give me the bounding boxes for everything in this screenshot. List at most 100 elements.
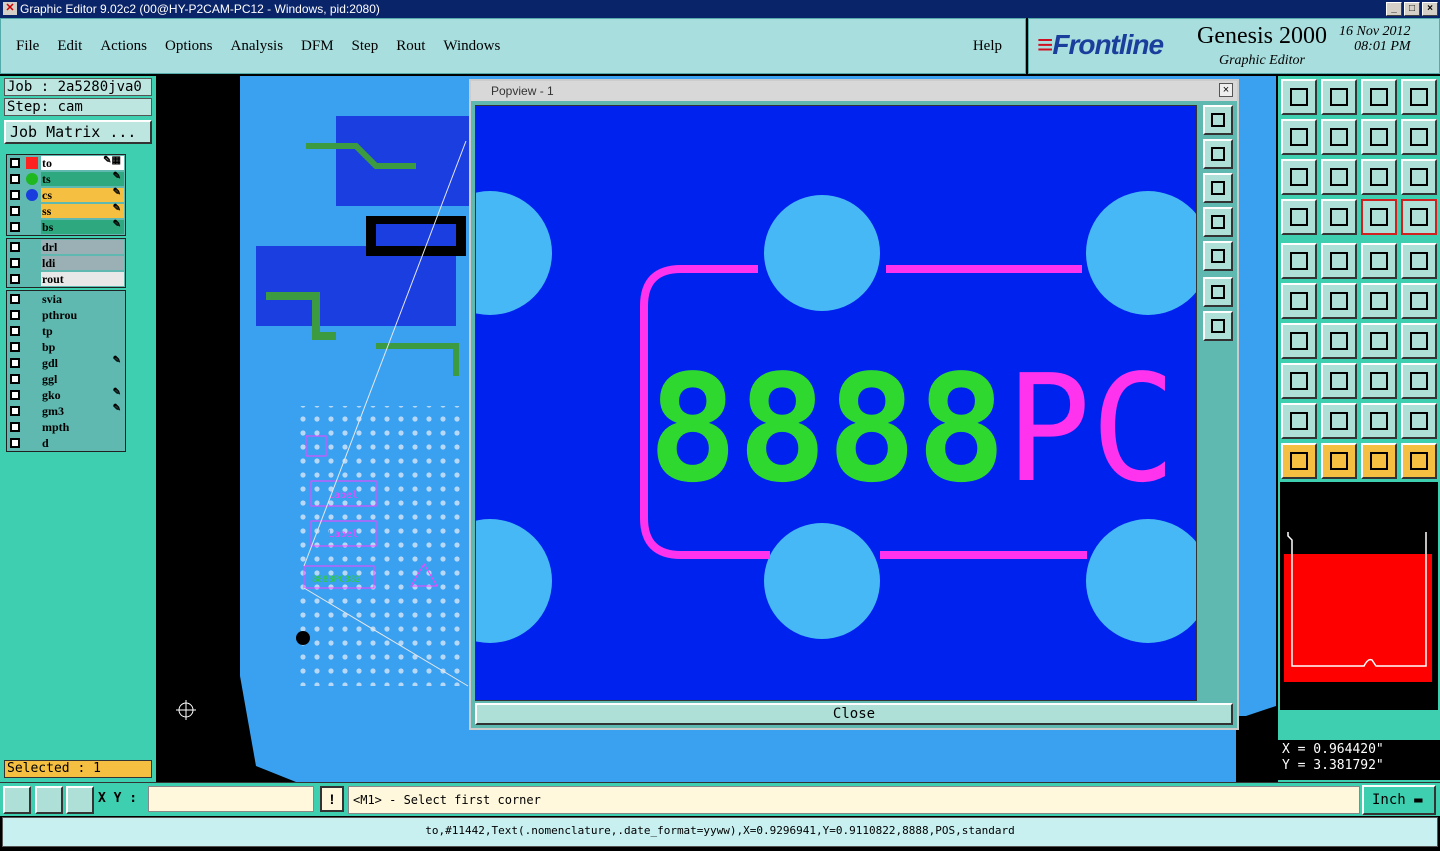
- popview-tool-7[interactable]: [1203, 311, 1233, 341]
- layer-list-board: to ✎▦ ts ✎ cs ✎ ss ✎ bs ✎: [6, 154, 126, 236]
- cross-icon[interactable]: [1321, 283, 1357, 319]
- triangle-4-icon[interactable]: [1401, 403, 1437, 439]
- popview-letters: PC: [1006, 343, 1176, 515]
- top-view-icon[interactable]: [1281, 79, 1317, 115]
- xy-label: X Y :: [98, 791, 138, 806]
- layer-row[interactable]: gko ✎: [7, 387, 125, 403]
- edit-icon: ✎▦: [103, 155, 121, 166]
- menu-analysis[interactable]: Analysis: [231, 38, 284, 55]
- scale-1-2-icon[interactable]: [1361, 159, 1397, 195]
- measure-tool-button[interactable]: [35, 786, 63, 814]
- dimension-icon[interactable]: [1361, 363, 1397, 399]
- split-icon[interactable]: [1401, 323, 1437, 359]
- shapes-icon[interactable]: [1401, 363, 1437, 399]
- mirror-icon[interactable]: [1361, 119, 1397, 155]
- board-overview[interactable]: [1280, 482, 1438, 712]
- pan-left-icon[interactable]: [1281, 119, 1317, 155]
- select-pointer-icon[interactable]: [1361, 443, 1397, 479]
- rotate-icon[interactable]: [1361, 323, 1397, 359]
- date-time: 16 Nov 2012 08:01 PM: [1339, 24, 1411, 54]
- close-button[interactable]: ×: [1422, 2, 1438, 16]
- product-subtitle: Graphic Editor: [1219, 53, 1305, 68]
- popview-tool-6[interactable]: [1203, 277, 1233, 307]
- pan-right-icon[interactable]: [1321, 119, 1357, 155]
- frontline-logo: ≡Frontline: [1037, 29, 1164, 60]
- layer-row[interactable]: rout: [7, 271, 125, 287]
- home-icon[interactable]: [1361, 79, 1397, 115]
- board-label-2: Label: [328, 529, 358, 540]
- popview-tool-5[interactable]: [1203, 241, 1233, 271]
- alert-icon[interactable]: !: [320, 786, 344, 812]
- popview-close-button[interactable]: Close: [475, 703, 1233, 725]
- ruler-icon[interactable]: [1361, 243, 1397, 279]
- layer-row[interactable]: pthrou: [7, 307, 125, 323]
- layer-row[interactable]: d: [7, 435, 125, 451]
- net-select-icon[interactable]: [1401, 443, 1437, 479]
- minus-icon[interactable]: [1321, 363, 1357, 399]
- layer-red-2-icon[interactable]: [1401, 199, 1437, 235]
- menu-edit[interactable]: Edit: [57, 38, 82, 55]
- maximize-button[interactable]: □: [1404, 2, 1420, 16]
- menu-step[interactable]: Step: [352, 38, 379, 55]
- layer-row[interactable]: bs ✎: [7, 219, 125, 235]
- line-blue-icon[interactable]: [1321, 323, 1357, 359]
- layer-row[interactable]: mpth: [7, 419, 125, 435]
- unit-selector[interactable]: Inch ▬: [1362, 785, 1436, 815]
- line-red-icon[interactable]: [1281, 323, 1317, 359]
- layer-row[interactable]: to ✎▦: [7, 155, 125, 171]
- minimize-button[interactable]: _: [1386, 2, 1402, 16]
- layer-red-icon[interactable]: [1361, 199, 1397, 235]
- menu-help[interactable]: Help: [973, 38, 1002, 55]
- measure-icon[interactable]: [1281, 199, 1317, 235]
- menu-file[interactable]: File: [16, 38, 39, 55]
- pad-icon[interactable]: [1281, 243, 1317, 279]
- query-icon[interactable]: [1401, 159, 1437, 195]
- layer-row[interactable]: gm3 ✎: [7, 403, 125, 419]
- popview-close-icon[interactable]: ×: [1219, 83, 1233, 97]
- menu-actions[interactable]: Actions: [100, 38, 147, 55]
- grid-tool-button[interactable]: [66, 786, 94, 814]
- popview-tool-3[interactable]: [1203, 173, 1233, 203]
- job-matrix-button[interactable]: Job Matrix ...: [4, 120, 152, 144]
- zoom-fit-icon[interactable]: [1321, 159, 1357, 195]
- swap-icon[interactable]: [1401, 119, 1437, 155]
- menu-bar: File Edit Actions Options Analysis DFM S…: [0, 18, 1026, 74]
- menu-rout[interactable]: Rout: [396, 38, 425, 55]
- app-icon: ✕: [3, 2, 17, 15]
- select-icon[interactable]: [1281, 443, 1317, 479]
- layer-row[interactable]: svia: [7, 291, 125, 307]
- arrow-route-2-icon[interactable]: [1401, 283, 1437, 319]
- popview-tool-4[interactable]: [1203, 207, 1233, 237]
- align-icon[interactable]: [1281, 363, 1317, 399]
- triangle-1-icon[interactable]: [1281, 403, 1317, 439]
- menu-options[interactable]: Options: [165, 38, 213, 55]
- popview-tool-2[interactable]: [1203, 139, 1233, 169]
- fit-icon[interactable]: [1281, 159, 1317, 195]
- popview-tool-1[interactable]: [1203, 105, 1233, 135]
- net-icon[interactable]: [1281, 283, 1317, 319]
- xy-input[interactable]: [148, 786, 314, 812]
- layer-row[interactable]: ss ✎: [7, 203, 125, 219]
- select-box-icon[interactable]: [1321, 443, 1357, 479]
- popview-canvas[interactable]: 8888 PC: [475, 105, 1197, 701]
- layer-row[interactable]: ggl: [7, 371, 125, 387]
- draw-icon[interactable]: [1321, 243, 1357, 279]
- layer-row[interactable]: tp: [7, 323, 125, 339]
- menu-dfm[interactable]: DFM: [301, 38, 334, 55]
- menu-windows[interactable]: Windows: [443, 38, 500, 55]
- layer-row[interactable]: ts ✎: [7, 171, 125, 187]
- layer-row[interactable]: drl: [7, 239, 125, 255]
- window-title: Graphic Editor 9.02c2 (00@HY-P2CAM-PC12 …: [20, 2, 380, 16]
- snap-tool-button[interactable]: [3, 786, 31, 814]
- layer-row[interactable]: bp: [7, 339, 125, 355]
- bottom-view-icon[interactable]: [1321, 79, 1357, 115]
- arrow-route-icon[interactable]: [1361, 283, 1397, 319]
- layer-row[interactable]: gdl ✎: [7, 355, 125, 371]
- layer-row[interactable]: ldi: [7, 255, 125, 271]
- layer-row[interactable]: cs ✎: [7, 187, 125, 203]
- triangle-2-icon[interactable]: [1321, 403, 1357, 439]
- window-icon[interactable]: [1401, 79, 1437, 115]
- grid-icon[interactable]: [1321, 199, 1357, 235]
- circle-icon[interactable]: [1401, 243, 1437, 279]
- triangle-3-icon[interactable]: [1361, 403, 1397, 439]
